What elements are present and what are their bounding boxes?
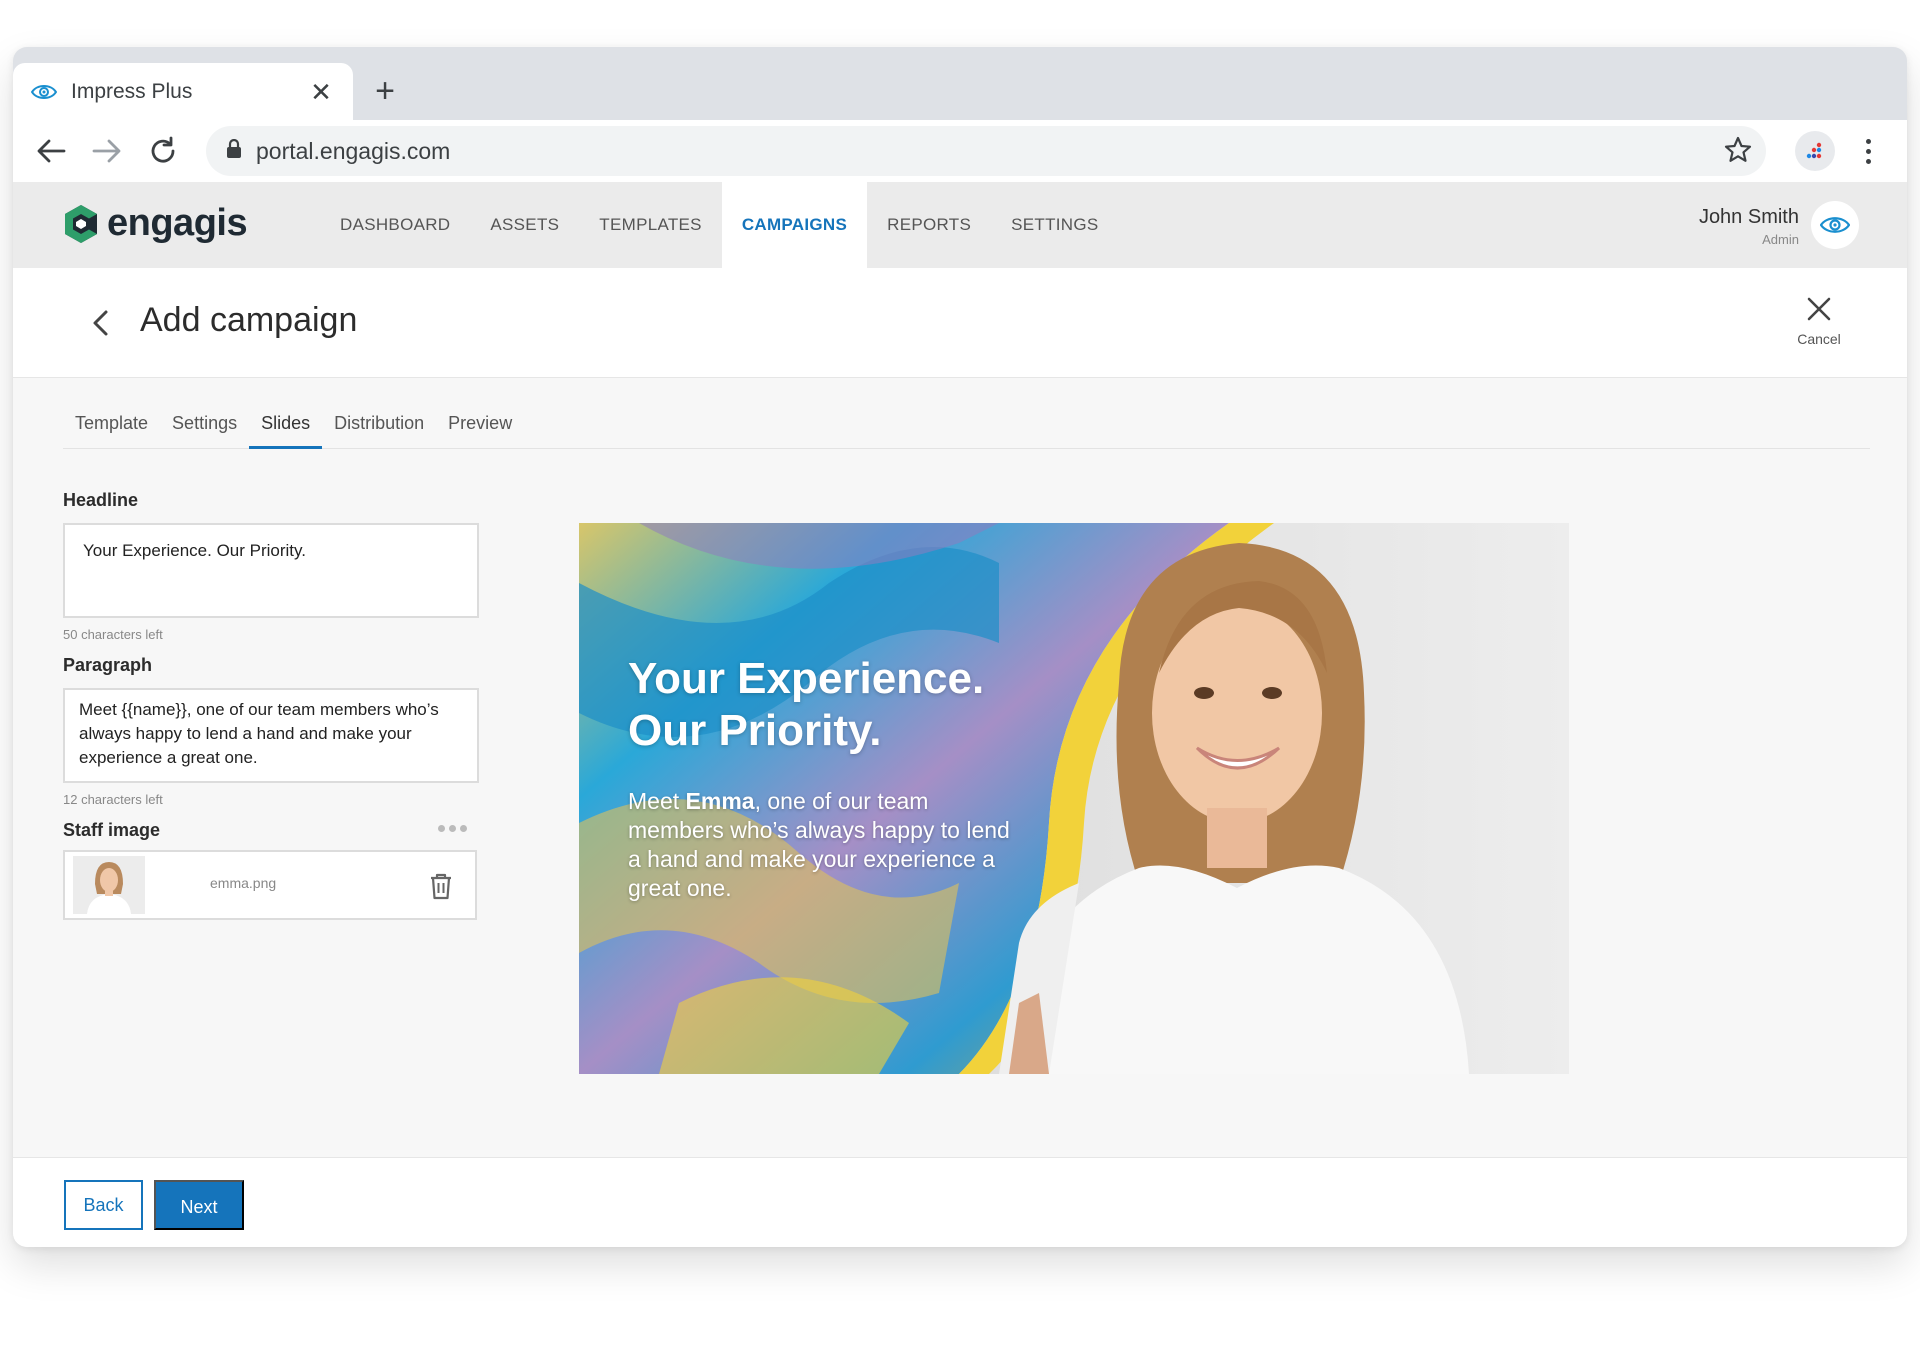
tab-slides[interactable]: Slides: [249, 411, 323, 449]
engagis-logo-icon: [65, 204, 97, 243]
page-header: Add campaign Cancel: [13, 268, 1907, 378]
logo-text: engagis: [107, 202, 248, 244]
browser-menu-icon[interactable]: [1855, 131, 1881, 171]
user-name: John Smith: [1698, 206, 1799, 228]
headline-label: Headline: [63, 490, 139, 510]
user-role: Admin: [1762, 232, 1799, 247]
address-bar[interactable]: portal.engagis.com: [206, 126, 1766, 176]
browser-toolbar: portal.engagis.com: [13, 120, 1907, 182]
tab-settings[interactable]: Settings: [160, 411, 249, 449]
nav-reports[interactable]: REPORTS: [867, 182, 991, 268]
eye-icon: [1820, 217, 1850, 233]
paragraph-input[interactable]: Meet {{name}}, one of our team members w…: [63, 688, 479, 783]
new-tab-plus-icon[interactable]: +: [365, 71, 405, 111]
reload-icon[interactable]: [143, 131, 183, 171]
slide-headline-line2: Our Priority.: [628, 706, 882, 755]
slide-preview: Your Experience. Our Priority. Meet Emma…: [579, 523, 1569, 1074]
slide-headline: Your Experience. Our Priority.: [628, 653, 1108, 757]
step-tabs: Template Settings Slides Distribution Pr…: [63, 411, 1870, 449]
forward-arrow-icon[interactable]: [87, 131, 127, 171]
nav-templates[interactable]: TEMPLATES: [579, 182, 722, 268]
tab-title: Impress Plus: [71, 79, 193, 103]
tab-template[interactable]: Template: [63, 411, 160, 449]
back-button[interactable]: Back: [64, 1180, 143, 1230]
close-tab-icon[interactable]: ✕: [307, 79, 335, 105]
file-name: emma.png: [210, 875, 277, 891]
staff-thumbnail: [73, 856, 145, 914]
more-options-icon[interactable]: [438, 825, 467, 832]
headline-input[interactable]: Your Experience. Our Priority.: [63, 523, 479, 618]
slide-para-prefix: Meet: [628, 788, 686, 814]
app-header: engagis DASHBOARD ASSETS TEMPLATES CAMPA…: [13, 182, 1907, 268]
staff-image-label: Staff image: [63, 820, 161, 840]
url-text: portal.engagis.com: [256, 137, 451, 164]
nav-settings[interactable]: SETTINGS: [991, 182, 1118, 268]
avatar[interactable]: [1811, 201, 1859, 249]
close-icon: [1807, 297, 1831, 321]
back-arrow-icon[interactable]: [31, 131, 71, 171]
engagis-logo[interactable]: engagis: [63, 202, 248, 245]
nav-campaigns[interactable]: CAMPAIGNS: [721, 182, 868, 268]
cancel-button[interactable]: Cancel: [1789, 296, 1849, 347]
main-nav: DASHBOARD ASSETS TEMPLATES CAMPAIGNS REP…: [320, 182, 1119, 268]
footer-bar: Back Next: [13, 1157, 1907, 1247]
browser-tab[interactable]: Impress Plus ✕: [13, 63, 353, 120]
browser-tab-strip: Impress Plus ✕ +: [13, 47, 1907, 120]
staff-image-file: emma.png: [63, 850, 477, 920]
nav-dashboard[interactable]: DASHBOARD: [320, 182, 470, 268]
page-title: Add campaign: [140, 301, 358, 339]
bookmark-star-icon[interactable]: [1724, 136, 1752, 169]
user-info[interactable]: John Smith Admin: [1699, 206, 1799, 247]
paragraph-label: Paragraph: [63, 655, 153, 675]
lock-icon: [226, 138, 242, 164]
nav-assets[interactable]: ASSETS: [470, 182, 579, 268]
slide-paragraph: Meet Emma, one of our team members who’s…: [628, 787, 1028, 903]
headline-hint: 50 characters left: [63, 627, 163, 642]
tab-distribution[interactable]: Distribution: [322, 411, 436, 449]
paragraph-hint: 12 characters left: [63, 792, 163, 807]
eye-favicon-icon: [31, 79, 57, 105]
trash-icon[interactable]: [429, 872, 453, 905]
browser-window: Impress Plus ✕ + portal.engagis.com enga…: [13, 47, 1907, 1247]
next-button[interactable]: Next: [154, 1180, 244, 1230]
cancel-label: Cancel: [1797, 331, 1841, 347]
chevron-left-icon[interactable]: [85, 306, 119, 340]
tab-preview[interactable]: Preview: [436, 411, 524, 449]
extension-icon[interactable]: [1795, 131, 1835, 171]
slide-para-name: Emma: [685, 788, 755, 814]
slide-headline-line1: Your Experience.: [628, 654, 985, 703]
